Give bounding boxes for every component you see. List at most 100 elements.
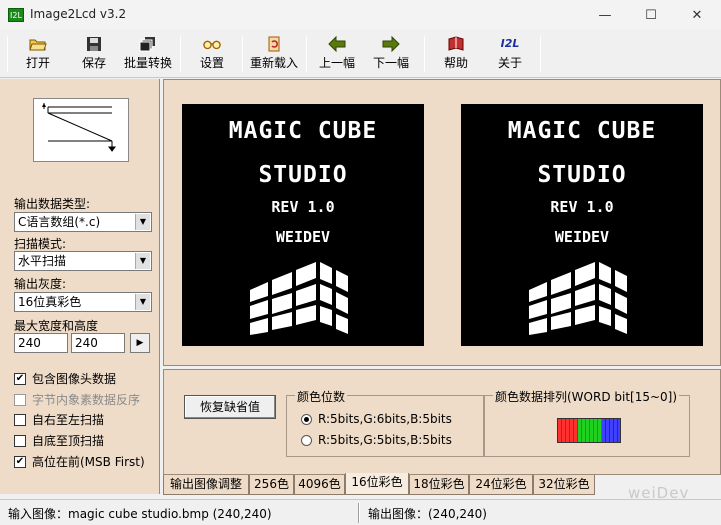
help-button[interactable]: 帮助 — [438, 34, 474, 76]
reload-icon — [268, 36, 280, 52]
bit-layout-indicator[interactable] — [557, 418, 621, 443]
floppy-disk-icon — [87, 37, 101, 51]
right-to-left-checkbox[interactable]: 自右至左扫描 — [14, 411, 104, 428]
rgb555-radio[interactable]: R:5bits,G:5bits,B:5bits — [301, 433, 452, 447]
minimize-button[interactable]: — — [582, 0, 628, 30]
tab-4096-color[interactable]: 4096色 — [294, 475, 345, 495]
restore-defaults-button[interactable]: 恢复缺省值 — [184, 395, 276, 419]
red-bits-bar — [558, 419, 578, 442]
toolbar-separator — [424, 36, 425, 72]
about-i2l-icon: I2L — [500, 37, 520, 50]
save-label: 保存 — [81, 56, 106, 70]
tab-32bit-color[interactable]: 32位彩色 — [533, 475, 595, 495]
output-image-status: 输出图像：(240,240) — [368, 507, 487, 521]
checkbox-empty-icon — [14, 434, 26, 447]
arrow-left-icon — [328, 36, 346, 52]
checkbox-checked-icon: ✔ — [14, 455, 26, 468]
batch-convert-icon — [139, 37, 155, 52]
open-label: 打开 — [25, 56, 50, 70]
output-type-select[interactable]: C语言数组(*.c) ▼ — [14, 212, 152, 232]
open-folder-icon — [29, 39, 47, 51]
next-image-label: 下一幅 — [372, 56, 409, 70]
open-button[interactable]: 打开 — [20, 34, 56, 76]
tab-24bit-color[interactable]: 24位彩色 — [469, 475, 533, 495]
image-text-line1: MAGIC CUBE — [507, 118, 657, 144]
gray-level-select[interactable]: 16位真彩色 ▼ — [14, 292, 152, 312]
cube-building-icon — [529, 262, 627, 335]
input-image-preview: MAGIC CUBE STUDIO REV 1.0 WEIDEV — [182, 104, 424, 346]
right-to-left-label: 自右至左扫描 — [32, 413, 105, 427]
arrow-right-icon — [382, 36, 400, 52]
checkbox-empty-icon — [14, 413, 26, 426]
about-button[interactable]: I2L 关于 — [492, 34, 528, 76]
rgb565-label: R:5bits,G:6bits,B:5bits — [318, 412, 452, 426]
image-text-line2: STUDIO — [258, 162, 348, 188]
rgb565-radio[interactable]: R:5bits,G:6bits,B:5bits — [301, 412, 452, 426]
checkbox-checked-icon: ✔ — [14, 372, 26, 385]
close-button[interactable]: ✕ — [674, 0, 720, 30]
image-text-line2: STUDIO — [537, 162, 627, 188]
image-text-line1: MAGIC CUBE — [228, 118, 378, 144]
chevron-down-icon: ▼ — [135, 214, 150, 230]
save-button[interactable]: 保存 — [76, 34, 112, 76]
checkbox-empty-icon — [14, 393, 26, 406]
tab-16bit-color[interactable]: 16位彩色 — [345, 473, 409, 495]
conversion-options-panel: 恢复缺省值 颜色位数 R:5bits,G:6bits,B:5bits R:5bi… — [163, 369, 721, 475]
image-text-line3: REV 1.0 — [271, 198, 335, 216]
tab-18bit-color[interactable]: 18位彩色 — [409, 475, 469, 495]
scan-mode-select[interactable]: 水平扫描 ▼ — [14, 251, 152, 271]
batch-convert-button[interactable]: 批量转换 — [122, 34, 174, 76]
window-title: Image2Lcd v3.2 — [30, 7, 127, 21]
tab-256-color[interactable]: 256色 — [249, 475, 294, 495]
toolbar-separator — [540, 36, 541, 72]
toolbar-separator — [7, 36, 8, 72]
previous-image-button[interactable]: 上一幅 — [316, 34, 358, 76]
status-bar: 输入图像：magic cube studio.bmp (240,240) 输出图… — [0, 499, 721, 525]
chevron-down-icon: ▼ — [135, 294, 150, 310]
image-text-line4: WEIDEV — [554, 228, 610, 246]
bottom-to-top-label: 自底至顶扫描 — [32, 434, 105, 448]
max-width-input[interactable]: 240 — [14, 333, 68, 353]
blue-bits-bar — [602, 419, 620, 442]
green-bits-bar — [578, 419, 602, 442]
reverse-pixel-order-label: 字节内象素数据反序 — [32, 393, 141, 407]
output-image-preview: MAGIC CUBE STUDIO REV 1.0 WEIDEV — [461, 104, 703, 346]
title-bar: I2L Image2Lcd v3.2 — ☐ ✕ — [0, 0, 721, 30]
help-book-icon — [448, 36, 464, 51]
include-header-checkbox[interactable]: ✔ 包含图像头数据 — [14, 370, 116, 387]
bottom-to-top-checkbox[interactable]: 自底至顶扫描 — [14, 432, 104, 449]
toolbar-separator — [306, 36, 307, 72]
about-label: 关于 — [497, 56, 522, 70]
toolbar-separator — [242, 36, 243, 72]
chevron-down-icon: ▼ — [135, 253, 150, 269]
apply-size-button[interactable]: ▶ — [130, 333, 150, 353]
toolbar-separator — [180, 36, 181, 72]
max-size-label: 最大宽度和高度 — [14, 319, 99, 333]
gray-level-label: 输出灰度: — [14, 277, 67, 291]
max-height-input[interactable]: 240 — [71, 333, 125, 353]
scan-mode-diagram — [33, 98, 129, 162]
left-settings-panel: 输出数据类型: C语言数组(*.c) ▼ 扫描模式: 水平扫描 ▼ 输出灰度: … — [0, 79, 160, 494]
previous-image-label: 上一幅 — [318, 56, 355, 70]
reverse-pixel-order-checkbox[interactable]: 字节内象素数据反序 — [14, 391, 140, 408]
color-bits-title: 颜色位数 — [295, 388, 348, 405]
output-type-value: C语言数组(*.c) — [18, 215, 101, 229]
gray-level-value: 16位真彩色 — [18, 295, 82, 309]
next-image-button[interactable]: 下一幅 — [370, 34, 412, 76]
color-bits-group: 颜色位数 R:5bits,G:6bits,B:5bits R:5bits,G:5… — [286, 388, 484, 457]
batch-convert-label: 批量转换 — [123, 56, 172, 70]
app-icon: I2L — [8, 8, 24, 22]
include-header-label: 包含图像头数据 — [32, 372, 117, 386]
radio-selected-icon — [301, 413, 312, 425]
image-text-line4: WEIDEV — [275, 228, 331, 246]
status-divider — [358, 503, 360, 523]
reload-button[interactable]: 重新载入 — [248, 34, 300, 76]
msb-first-checkbox[interactable]: ✔ 高位在前(MSB First) — [14, 453, 145, 470]
scan-mode-value: 水平扫描 — [18, 254, 67, 268]
settings-button[interactable]: 设置 — [194, 34, 230, 76]
maximize-button[interactable]: ☐ — [628, 0, 674, 30]
tab-output-adjust[interactable]: 输出图像调整 — [163, 475, 249, 495]
msb-first-label: 高位在前(MSB First) — [32, 455, 145, 469]
toolbar: 打开 保存 批量转换 设置 重新载入 上一幅 下一幅 帮助 I2L 关于 — [0, 30, 721, 78]
reload-label: 重新载入 — [249, 56, 298, 70]
